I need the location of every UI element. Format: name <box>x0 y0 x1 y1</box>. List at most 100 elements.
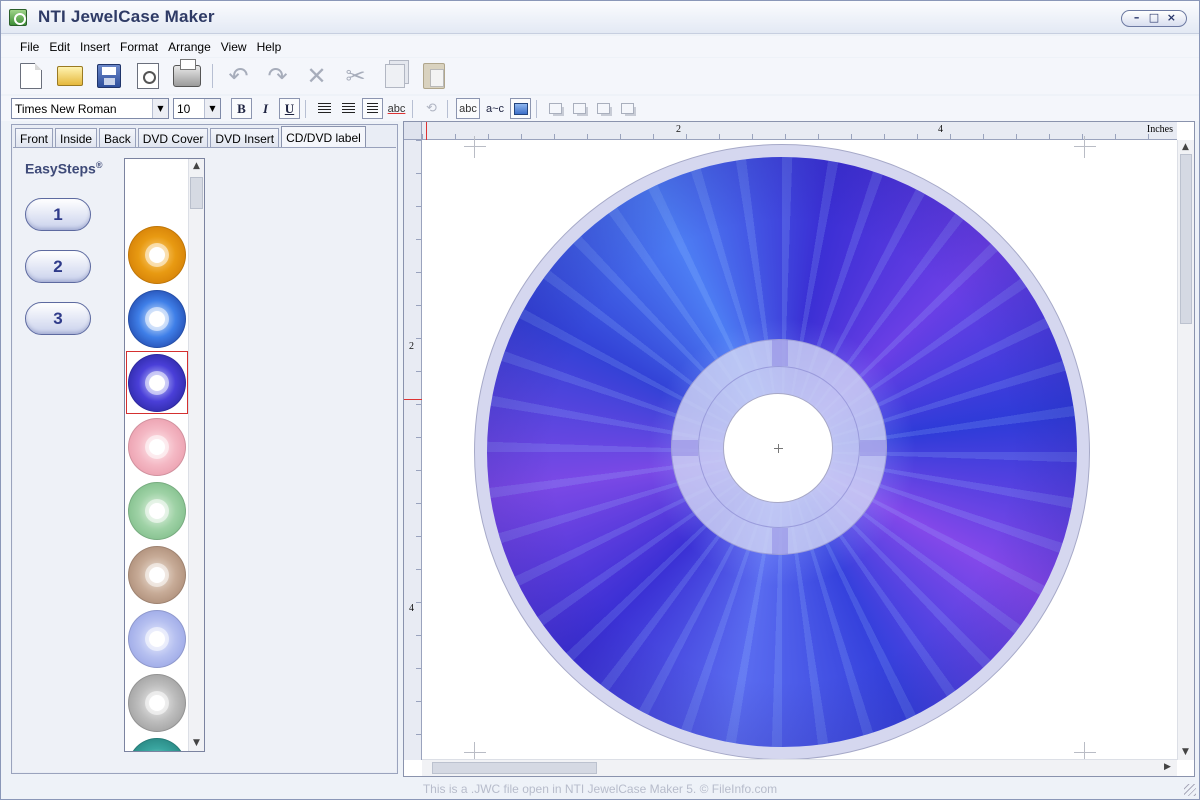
disc-thumbnail-icon <box>128 609 186 668</box>
forward-button[interactable] <box>593 98 614 119</box>
canvas-horizontal-scrollbar[interactable]: ▶ <box>422 759 1177 776</box>
tab-cd-dvd-label[interactable]: CD/DVD label <box>281 126 366 148</box>
format-separator <box>447 99 448 118</box>
thumbnail-brown-marble-disc[interactable] <box>126 543 188 606</box>
align-left-button[interactable] <box>314 98 335 119</box>
title-bar[interactable]: NTI JewelCase Maker – □ × <box>1 1 1199 34</box>
menu-file[interactable]: File <box>15 40 44 54</box>
rotate-button[interactable]: ⟲ <box>421 98 442 119</box>
panel-body: EasySteps® 1 2 3 ▲ ▼ <box>13 147 396 772</box>
app-icon[interactable] <box>9 9 27 26</box>
new-button[interactable] <box>11 60 50 92</box>
disc-thumbnail-icon <box>128 417 186 476</box>
align-center-button[interactable] <box>362 98 383 119</box>
open-folder-icon <box>56 66 83 86</box>
tab-dvd-cover[interactable]: DVD Cover <box>137 128 209 148</box>
underline-button[interactable]: U <box>279 98 300 119</box>
step-2-button[interactable]: 2 <box>25 250 91 283</box>
thumbnail-blue-burst-disc[interactable] <box>126 287 188 350</box>
resize-grip-icon[interactable] <box>1184 784 1196 796</box>
background-thumbnail-list[interactable]: ▲ ▼ <box>124 158 205 752</box>
scroll-thumb[interactable] <box>432 762 597 774</box>
chevron-down-icon[interactable]: ▼ <box>152 99 168 118</box>
align-left-icon <box>318 103 331 114</box>
thumbnail-orange-disc[interactable] <box>126 223 188 286</box>
scroll-up-icon[interactable]: ▲ <box>189 159 204 174</box>
copy-button[interactable] <box>375 60 414 92</box>
scroll-right-icon[interactable]: ▶ <box>1160 760 1175 775</box>
menu-insert[interactable]: Insert <box>75 40 115 54</box>
disc-thumbnail-icon <box>128 225 186 284</box>
paste-button[interactable] <box>414 60 453 92</box>
ruler-left-label: 2 <box>409 341 414 352</box>
ruler-top-label: 4 <box>938 124 943 135</box>
curved-text-button[interactable]: a~c <box>483 98 507 119</box>
italic-button[interactable]: I <box>255 98 276 119</box>
tab-dvd-insert[interactable]: DVD Insert <box>210 128 280 148</box>
thumbnail-pink-disc[interactable] <box>126 415 188 478</box>
scroll-thumb[interactable] <box>1180 154 1192 324</box>
scroll-thumb[interactable] <box>190 177 203 209</box>
horizontal-ruler[interactable]: 2 4 Inches <box>422 122 1177 140</box>
image-icon <box>513 102 528 115</box>
scroll-down-icon[interactable]: ▼ <box>189 736 204 751</box>
send-back-button[interactable] <box>569 98 590 119</box>
menu-help[interactable]: Help <box>252 40 287 54</box>
cut-button[interactable]: ✂ <box>336 60 375 92</box>
scroll-down-icon[interactable]: ▼ <box>1178 745 1193 760</box>
canvas-vertical-scrollbar[interactable]: ▲ ▼ <box>1177 140 1194 760</box>
cd-center-hole <box>723 393 833 503</box>
print-preview-button[interactable] <box>128 60 167 92</box>
save-button[interactable] <box>89 60 128 92</box>
tab-inside[interactable]: Inside <box>55 128 98 148</box>
text-color-button[interactable]: abc <box>386 98 407 119</box>
tab-back[interactable]: Back <box>99 128 136 148</box>
maximize-icon[interactable]: □ <box>1147 12 1161 24</box>
insert-image-button[interactable] <box>510 98 531 119</box>
undo-icon: ↶ <box>228 62 249 90</box>
menu-edit[interactable]: Edit <box>44 40 75 54</box>
crop-mark <box>1074 136 1096 158</box>
thumbnail-scrollbar[interactable]: ▲ ▼ <box>188 159 204 751</box>
delete-button[interactable]: ✕ <box>297 60 336 92</box>
align-right-button[interactable] <box>338 98 359 119</box>
send-back-icon <box>573 103 586 114</box>
redo-button[interactable]: ↷ <box>258 60 297 92</box>
step-1-button[interactable]: 1 <box>25 198 91 231</box>
align-center-icon <box>367 103 378 114</box>
font-family-value: Times New Roman <box>15 101 117 116</box>
thumbnail-green-disc[interactable] <box>126 479 188 542</box>
font-size-value: 10 <box>177 101 191 116</box>
chevron-down-icon[interactable]: ▼ <box>204 99 220 118</box>
thumbnail-purple-plasma-disc[interactable] <box>126 351 188 414</box>
menu-arrange[interactable]: Arrange <box>163 40 216 54</box>
font-size-select[interactable]: 10 ▼ <box>173 98 221 119</box>
step-3-button[interactable]: 3 <box>25 302 91 335</box>
open-button[interactable] <box>50 60 89 92</box>
status-text: This is a .JWC file open in NTI JewelCas… <box>422 781 778 796</box>
design-canvas[interactable]: 2 4 Inches 2 4 ▲ ▼ ▶ <box>403 121 1195 777</box>
menu-view[interactable]: View <box>216 40 252 54</box>
print-button[interactable] <box>167 59 206 92</box>
minimize-icon[interactable]: – <box>1130 12 1144 24</box>
menu-bar: File Edit Insert Format Arrange View Hel… <box>1 36 1199 57</box>
close-icon[interactable]: × <box>1164 12 1178 24</box>
thumbnail-teal-disc[interactable] <box>126 735 188 751</box>
bring-front-button[interactable] <box>545 98 566 119</box>
bold-button[interactable]: B <box>231 98 252 119</box>
insert-text-button[interactable]: abc <box>456 98 480 119</box>
template-panel: Front Inside Back DVD Cover DVD Insert C… <box>11 124 398 774</box>
thumbnail-gray-disc[interactable] <box>126 671 188 734</box>
tab-front[interactable]: Front <box>15 128 54 148</box>
backward-button[interactable] <box>617 98 638 119</box>
layout-tabs: Front Inside Back DVD Cover DVD Insert C… <box>15 126 368 148</box>
scroll-up-icon[interactable]: ▲ <box>1178 140 1193 155</box>
vertical-ruler[interactable]: 2 4 <box>404 140 422 760</box>
disc-thumbnail-icon <box>128 545 186 604</box>
font-family-select[interactable]: Times New Roman ▼ <box>11 98 169 119</box>
thumbnail-lavender-disc[interactable] <box>126 607 188 670</box>
disc-thumbnail-icon <box>128 353 186 412</box>
undo-button[interactable]: ↶ <box>219 60 258 92</box>
menu-format[interactable]: Format <box>115 40 163 54</box>
cursor-marker-top <box>426 122 427 140</box>
